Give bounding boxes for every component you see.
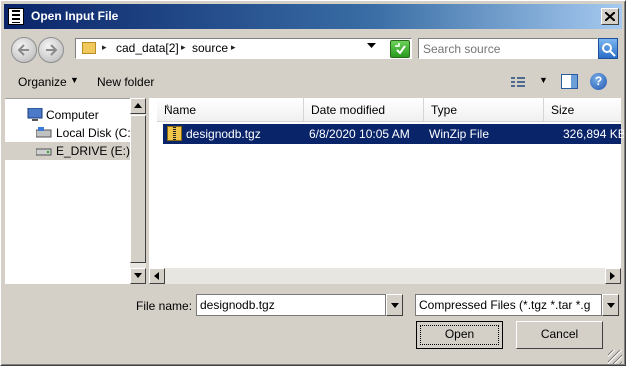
- sort-ascending-icon: ▲: [164, 103, 171, 110]
- file-type-select[interactable]: Compressed Files (*.tgz *.tar *.g: [415, 294, 602, 316]
- file-row[interactable]: designodb.tgz 6/8/2020 10:05 AM WinZip F…: [163, 124, 626, 144]
- arrow-right-icon: [610, 272, 615, 280]
- computer-icon: [27, 108, 43, 121]
- nav-label: E_DRIVE (E:): [56, 144, 131, 158]
- title-bar[interactable]: Open Input File: [4, 4, 622, 29]
- refresh-button[interactable]: [390, 40, 410, 58]
- views-icon[interactable]: [511, 77, 525, 88]
- arrow-left-icon: [154, 272, 159, 280]
- help-icon[interactable]: ?: [590, 73, 607, 90]
- file-size: 326,894 KB: [563, 127, 626, 141]
- nav-item-local-disk[interactable]: Local Disk (C:): [5, 124, 135, 142]
- horizontal-scrollbar[interactable]: [149, 268, 621, 284]
- arrow-down-icon: [134, 273, 142, 278]
- nav-label: Local Disk (C:): [56, 126, 135, 140]
- column-header-type[interactable]: Type: [424, 98, 544, 122]
- chevron-right-icon[interactable]: ▸: [231, 42, 236, 53]
- scroll-thumb[interactable]: [130, 115, 146, 263]
- close-icon: [605, 12, 615, 21]
- file-name-input[interactable]: designodb.tgz: [196, 294, 386, 316]
- cancel-button[interactable]: Cancel: [516, 321, 603, 349]
- nav-label: Computer: [46, 108, 99, 122]
- forward-button[interactable]: [38, 37, 64, 63]
- scroll-up-button[interactable]: [130, 98, 146, 114]
- breadcrumb-cad-data[interactable]: cad_data[2]: [116, 41, 179, 55]
- nav-item-computer[interactable]: Computer: [5, 106, 130, 124]
- nav-item-e-drive[interactable]: E_DRIVE (E:): [5, 142, 130, 160]
- chevron-right-icon[interactable]: ▸: [181, 42, 186, 53]
- open-file-dialog: Open Input File ▸ cad_data[2] ▸ source ▸…: [0, 0, 626, 366]
- file-name-dropdown-button[interactable]: [386, 294, 403, 316]
- navigation-pane: Computer Local Disk (C:) E_DRIVE (E:): [5, 98, 135, 284]
- window-title: Open Input File: [31, 9, 119, 23]
- open-button[interactable]: Open: [416, 321, 503, 349]
- scroll-left-button[interactable]: [149, 268, 165, 284]
- close-button[interactable]: [601, 8, 619, 25]
- file-name: designodb.tgz: [186, 127, 261, 141]
- file-type-dropdown-button[interactable]: [602, 294, 619, 316]
- new-folder-button[interactable]: New folder: [97, 75, 154, 89]
- drive-icon: [36, 148, 52, 156]
- chevron-right-icon[interactable]: ▸: [102, 42, 107, 53]
- refresh-icon: [395, 43, 406, 55]
- file-name-label: File name:: [136, 299, 193, 313]
- search-button[interactable]: [598, 38, 618, 59]
- file-date: 6/8/2020 10:05 AM: [309, 127, 410, 141]
- back-arrow-icon: [17, 44, 29, 56]
- breadcrumb-source[interactable]: source: [192, 41, 228, 55]
- address-dropdown-icon[interactable]: [367, 43, 376, 49]
- chevron-down-icon: [391, 303, 399, 308]
- column-header-size[interactable]: Size: [544, 98, 621, 122]
- forward-arrow-icon: [46, 44, 58, 56]
- preview-pane-icon[interactable]: [561, 74, 578, 89]
- zip-file-icon: [167, 126, 182, 141]
- column-header-date[interactable]: Date modified: [304, 98, 424, 122]
- folder-icon: [82, 42, 96, 54]
- scroll-right-button[interactable]: [605, 268, 621, 284]
- address-bar[interactable]: ▸ cad_data[2] ▸ source ▸: [75, 38, 412, 59]
- app-icon: [8, 8, 24, 25]
- file-type: WinZip File: [429, 127, 490, 141]
- views-dropdown-icon[interactable]: ▼: [539, 75, 548, 85]
- resize-grip[interactable]: [608, 350, 622, 364]
- search-icon: [602, 43, 616, 57]
- scroll-down-button[interactable]: [130, 268, 146, 284]
- organize-button[interactable]: Organize: [18, 75, 67, 89]
- arrow-up-icon: [134, 103, 142, 108]
- local-disk-icon: [36, 127, 52, 138]
- caret-down-icon[interactable]: ▼: [70, 75, 79, 85]
- chevron-down-icon: [607, 303, 615, 308]
- file-list: Name ▲ Date modified Type Size designodb…: [149, 98, 626, 284]
- navigation-scrollbar[interactable]: [130, 98, 146, 284]
- column-header-name[interactable]: Name ▲: [157, 98, 304, 122]
- back-button[interactable]: [11, 37, 37, 63]
- search-input[interactable]: [418, 38, 598, 59]
- command-toolbar: Organize ▼ New folder: [4, 67, 622, 95]
